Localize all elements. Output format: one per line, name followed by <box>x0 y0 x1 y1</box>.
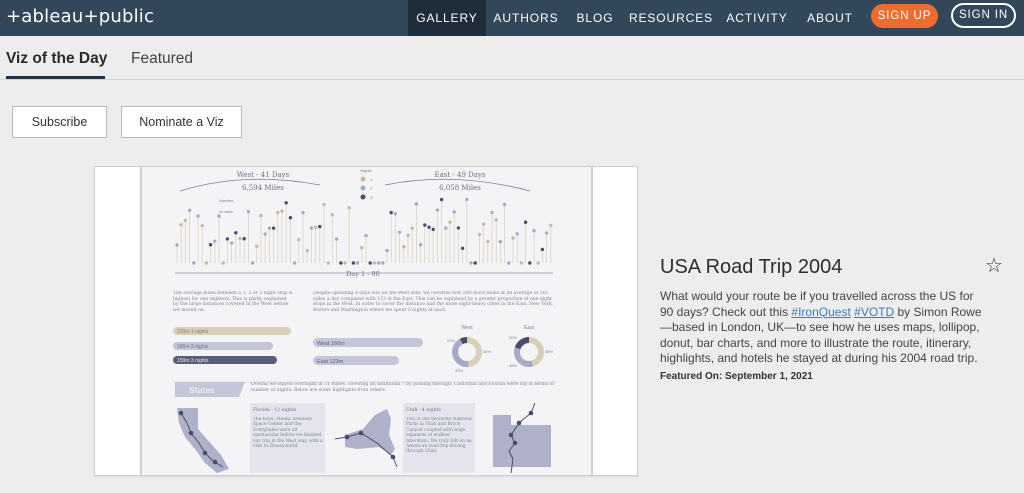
nav-authors[interactable]: AUTHORS <box>490 0 562 36</box>
svg-text:Day 1 - 90: Day 1 - 90 <box>346 270 380 278</box>
svg-text:186m 2 nights: 186m 2 nights <box>177 344 209 350</box>
svg-text:West - 41 Days: West - 41 Days <box>237 171 290 179</box>
tab-featured[interactable]: Featured <box>131 50 193 68</box>
svg-text:Nights: Nights <box>360 168 371 173</box>
tab-viz-of-the-day[interactable]: Viz of the Day <box>6 50 107 68</box>
star-outline-icon[interactable]: ☆ <box>985 256 1003 276</box>
svg-text:Utah - 4 nights: Utah - 4 nights <box>406 407 441 413</box>
svg-text:20%: 20% <box>509 335 517 340</box>
svg-text:West 160m: West 160m <box>317 341 345 347</box>
svg-text:33%: 33% <box>455 368 463 373</box>
tab-divider <box>0 79 1024 80</box>
ironquest-hashtag-link[interactable]: #IronQuest <box>791 305 850 319</box>
nav-resources[interactable]: RESOURCES <box>628 0 714 36</box>
viz-thumbnail-image: West - 41 Days 6,594 Miles East - 49 Day… <box>95 167 637 475</box>
viz-title[interactable]: USA Road Trip 2004 <box>660 256 842 279</box>
svg-text:45%: 45% <box>509 363 517 368</box>
svg-text:East: East <box>524 325 535 331</box>
svg-text:23%: 23% <box>447 338 455 343</box>
svg-text:Florida - 12 nights: Florida - 12 nights <box>253 407 297 413</box>
tableau-public-logo[interactable]: +ableau+public <box>6 6 154 27</box>
svg-text:West: West <box>461 325 473 331</box>
viz-thumbnail[interactable]: West - 41 Days 6,594 Miles East - 49 Day… <box>94 166 638 476</box>
nav-about[interactable]: ABOUT <box>802 0 858 36</box>
sign-in-button[interactable]: SIGN IN <box>951 3 1016 28</box>
nominate-viz-button[interactable]: Nominate a Viz <box>121 106 242 138</box>
votd-hashtag-link[interactable]: #VOTD <box>854 305 894 319</box>
svg-text:229m 1 nights: 229m 1 nights <box>177 329 209 335</box>
nav-blog[interactable]: BLOG <box>570 0 620 36</box>
top-nav-bar: +ableau+public GALLERY AUTHORS BLOG RESO… <box>0 0 1024 36</box>
svg-text:6,594 Miles: 6,594 Miles <box>242 184 284 192</box>
svg-text:Number: Number <box>219 198 234 203</box>
svg-text:of miles: of miles <box>219 209 233 214</box>
viz-description: What would your route be if you travelle… <box>660 289 990 367</box>
svg-text:East 123m: East 123m <box>317 359 344 365</box>
nav-activity[interactable]: ACTIVITY <box>724 0 790 36</box>
svg-text:44%: 44% <box>483 349 491 354</box>
nav-gallery[interactable]: GALLERY <box>408 0 486 36</box>
svg-text:East - 49 Days: East - 49 Days <box>435 171 486 179</box>
sign-up-button[interactable]: SIGN UP <box>871 4 938 28</box>
svg-text:States: States <box>189 386 215 395</box>
svg-text:6,058 Miles: 6,058 Miles <box>439 184 481 192</box>
featured-on-date: Featured On: September 1, 2021 <box>660 371 813 382</box>
svg-text:35%: 35% <box>545 349 553 354</box>
svg-text:159m 3 nights: 159m 3 nights <box>177 358 209 364</box>
subscribe-button[interactable]: Subscribe <box>12 106 107 138</box>
